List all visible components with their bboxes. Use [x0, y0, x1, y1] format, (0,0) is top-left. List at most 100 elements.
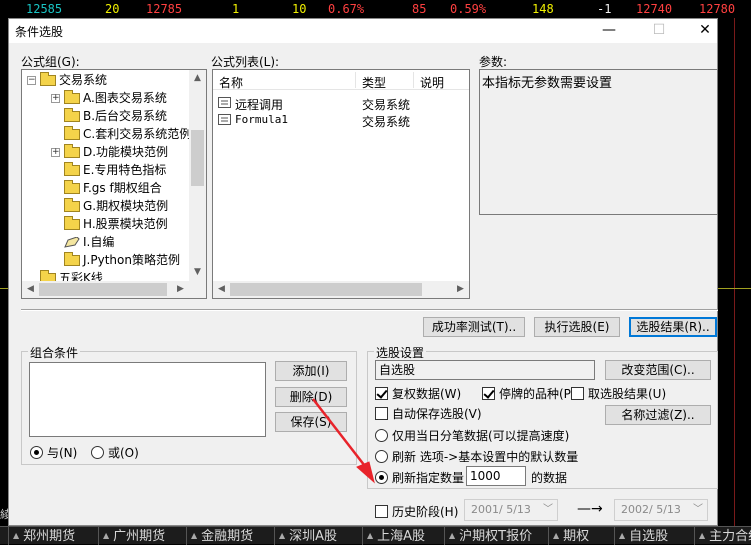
scroll-right-icon[interactable]: ▶: [452, 281, 469, 298]
combo-conditions-list[interactable]: [29, 362, 266, 437]
scroll-up-icon[interactable]: ▲: [189, 70, 206, 87]
expand-icon[interactable]: +: [51, 94, 60, 103]
folder-icon: [64, 252, 80, 266]
date-range-arrow: —→: [577, 501, 603, 517]
execute-screening-button[interactable]: 执行选股(E): [534, 317, 620, 337]
screening-target-field[interactable]: 自选股: [375, 360, 595, 380]
date-from-picker[interactable]: 2001/ 5/13 ﹀: [464, 499, 558, 521]
tab-watchlist[interactable]: ▲ 自选股: [614, 527, 694, 545]
radio-icon: [375, 450, 388, 463]
checkbox-autosave[interactable]: 自动保存选股(V): [375, 405, 482, 422]
checkbox-checked-icon: [482, 387, 495, 400]
checkbox-history[interactable]: 历史阶段(H): [375, 503, 458, 520]
tree-item[interactable]: D.功能模块范例: [64, 143, 168, 161]
date-to-picker[interactable]: 2002/ 5/13 ﹀: [614, 499, 708, 521]
tree-item[interactable]: H.股票模块范例: [64, 215, 168, 233]
tree-item[interactable]: A.图表交易系统: [64, 89, 167, 107]
table-row[interactable]: Formula1 交易系统: [213, 111, 469, 129]
tree-item[interactable]: 五彩K线: [40, 269, 103, 281]
scroll-left-icon[interactable]: ◀: [22, 281, 39, 298]
checkbox-restore-data[interactable]: 复权数据(W): [375, 385, 461, 402]
scroll-thumb[interactable]: [191, 130, 204, 186]
radio-refresh-default[interactable]: 刷新 选项->基本设置中的默认数量: [375, 448, 578, 465]
params-label: 参数:: [479, 55, 508, 69]
tab-guangzhou-futures[interactable]: ▲ 广州期货: [98, 527, 186, 545]
ticker-value: 12740: [636, 2, 673, 16]
market-tab-bar: ▲ 郑州期货 ▲ 广州期货 ▲ 金融期货 ▲ 深圳A股 ▲ 上海A股 ▲ 沪期权T报价 ▲ 期…: [0, 526, 751, 545]
tree-vertical-scrollbar[interactable]: ▲ ▼: [189, 70, 206, 281]
checkbox-icon: [375, 505, 388, 518]
ticker-value: 0.67%: [328, 2, 365, 16]
checkbox-suspended[interactable]: 停牌的品种(P): [482, 385, 576, 402]
close-button[interactable]: ✕: [683, 19, 727, 43]
change-range-button[interactable]: 改变范围(C)..: [605, 360, 711, 380]
folder-icon: [64, 126, 80, 140]
tree-item-trading-system[interactable]: 交易系统: [40, 71, 107, 89]
ticker-value: 12780: [699, 2, 736, 16]
scroll-left-icon[interactable]: ◀: [213, 281, 230, 298]
dialog-title: 条件选股: [15, 25, 64, 39]
screening-settings-label: 选股设置: [374, 344, 427, 361]
folder-icon: [64, 90, 80, 104]
tab-shenzhen-a[interactable]: ▲ 深圳A股: [274, 527, 362, 545]
tree-item[interactable]: C.套利交易系统范例: [64, 125, 191, 143]
folder-icon: [64, 198, 80, 212]
formula-group-tree[interactable]: − 交易系统 + A.图表交易系统 B.后台交易系统 C.套利交易系统范例 + …: [21, 69, 207, 299]
tree-item[interactable]: G.期权模块范例: [64, 197, 168, 215]
expand-icon[interactable]: +: [51, 148, 60, 157]
minimize-button[interactable]: —: [587, 19, 631, 43]
ticker-value: 0.59%: [450, 2, 487, 16]
radio-refresh-count[interactable]: 刷新指定数量: [375, 469, 464, 486]
tree-item-custom[interactable]: I.自编: [64, 233, 114, 251]
tree-horizontal-scrollbar[interactable]: ◀ ▶: [22, 281, 206, 298]
radio-or[interactable]: 或(O): [91, 444, 139, 461]
formula-list-label: 公式列表(L):: [211, 55, 280, 69]
column-header-type[interactable]: 类型: [362, 74, 386, 91]
chevron-down-icon: ﹀: [693, 504, 703, 515]
scroll-down-icon[interactable]: ▼: [189, 264, 206, 281]
tree-item[interactable]: E.专用特色指标: [64, 161, 166, 179]
column-header-name[interactable]: 名称: [219, 74, 243, 91]
radio-icon: [91, 446, 104, 459]
scroll-thumb[interactable]: [230, 283, 422, 296]
tree-item[interactable]: F.gs f期权组合: [64, 179, 162, 197]
add-condition-button[interactable]: 添加(I): [275, 361, 347, 381]
refresh-count-input[interactable]: 1000: [466, 466, 526, 486]
radio-today-only[interactable]: 仅用当日分笔数据(可以提高速度): [375, 427, 569, 444]
table-row[interactable]: 远程调用 交易系统: [213, 94, 469, 112]
formula-name: Formula1: [235, 113, 288, 126]
scroll-right-icon[interactable]: ▶: [172, 281, 189, 298]
tree-item[interactable]: B.后台交易系统: [64, 107, 167, 125]
tab-zhengzhou-futures[interactable]: ▲ 郑州期货: [8, 527, 98, 545]
stock-ticker-row: 12585 20 12785 1 10 0.67% 85 0.59% 148 -…: [0, 0, 751, 18]
name-filter-button[interactable]: 名称过滤(Z)..: [605, 405, 711, 425]
params-text: 本指标无参数需要设置: [482, 76, 613, 91]
formula-type: 交易系统: [362, 115, 411, 129]
list-header: 名称 类型 说明: [213, 70, 469, 90]
radio-icon: [375, 429, 388, 442]
formula-icon: [218, 97, 231, 108]
tab-financial-futures[interactable]: ▲ 金融期货: [186, 527, 274, 545]
success-rate-test-button[interactable]: 成功率测试(T)..: [423, 317, 525, 337]
tab-main-contracts[interactable]: ▲主力合约: [694, 527, 751, 545]
background-chart-right: [718, 18, 751, 528]
scroll-thumb[interactable]: [39, 283, 167, 296]
checkbox-take-result[interactable]: 取选股结果(U): [571, 385, 666, 402]
tab-shanghai-a[interactable]: ▲ 上海A股: [362, 527, 444, 545]
refresh-count-suffix: 的数据: [531, 471, 568, 485]
screening-result-button[interactable]: 选股结果(R)..: [629, 317, 717, 337]
pencil-icon: [64, 237, 80, 248]
collapse-icon[interactable]: −: [27, 76, 36, 85]
formula-list[interactable]: 名称 类型 说明 远程调用 交易系统 Formula1 交易系统 ◀ ▶: [212, 69, 470, 299]
tab-options[interactable]: ▲ 期权: [548, 527, 614, 545]
checkbox-icon: [375, 407, 388, 420]
title-bar[interactable]: 条件选股 — ☐ ✕: [9, 19, 717, 43]
radio-checked-icon: [375, 471, 388, 484]
radio-and[interactable]: 与(N): [30, 444, 77, 461]
delete-condition-button[interactable]: 删除(D): [275, 387, 347, 407]
tree-item[interactable]: J.Python策略范例: [64, 251, 180, 269]
tab-sh-options-quote[interactable]: ▲ 沪期权T报价: [444, 527, 548, 545]
save-condition-button[interactable]: 保存(S): [275, 412, 347, 432]
list-horizontal-scrollbar[interactable]: ◀ ▶: [213, 281, 469, 298]
column-header-desc[interactable]: 说明: [420, 74, 444, 91]
